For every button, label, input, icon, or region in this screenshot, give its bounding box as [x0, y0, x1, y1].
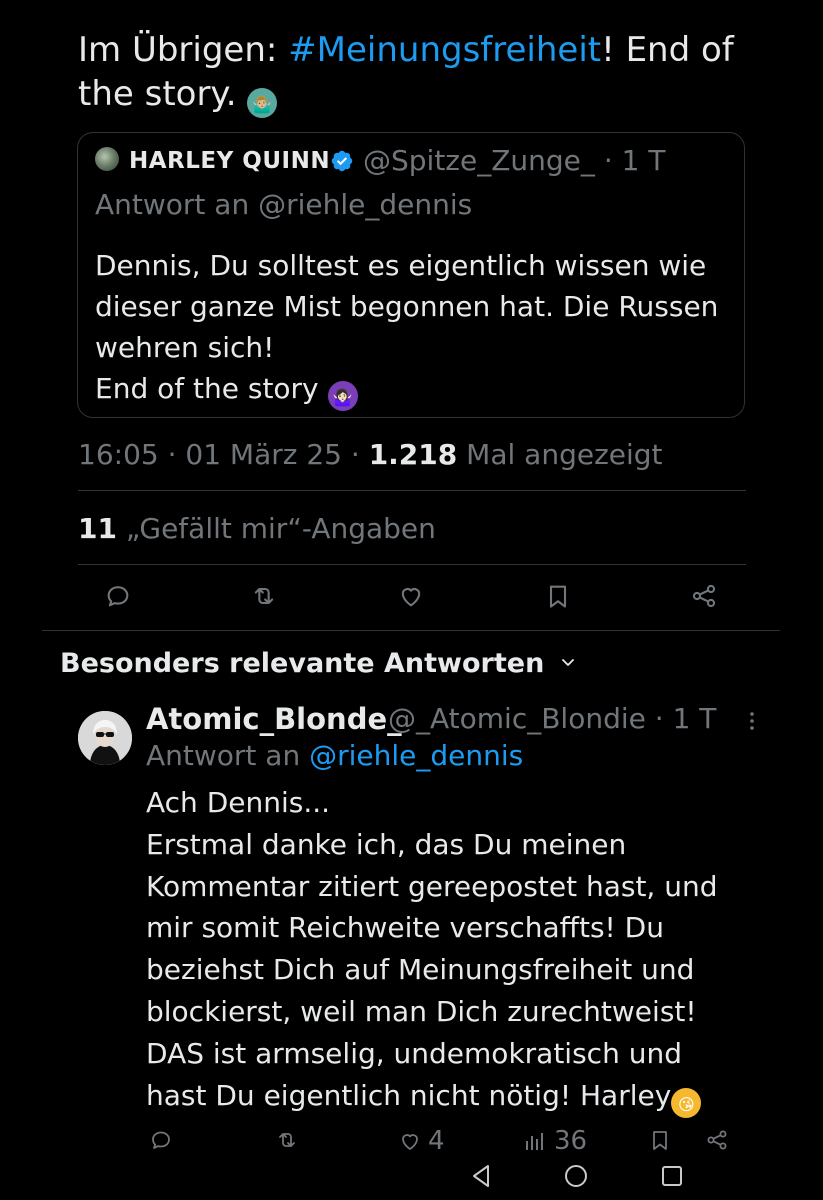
reply-body-line: DAS ist armselig, undemokratisch und — [146, 1036, 682, 1070]
verified-badge-icon — [331, 150, 353, 172]
reply-to-prefix: Antwort an — [146, 739, 310, 772]
bookmark-icon[interactable] — [648, 1128, 672, 1152]
tweet-timestamp[interactable]: 16:05 · 01 März 25 · — [78, 438, 369, 471]
bookmark-icon[interactable] — [544, 582, 572, 610]
shrug-emoji: 🤷🏼‍♂️ — [247, 88, 278, 118]
divider — [42, 630, 780, 631]
share-icon[interactable] — [705, 1128, 729, 1152]
reply-mention-link[interactable]: @riehle_dennis — [309, 739, 523, 772]
reply-body-line: Ach Dennis... — [146, 786, 331, 819]
quote-body-line: dieser ganze Mist begonnen hat. Die Russ… — [95, 290, 719, 323]
reply-author-name[interactable]: Atomic_Blonde_ — [146, 700, 402, 738]
views-button[interactable]: 36 — [524, 1126, 587, 1156]
tweet-text-start: Im Übrigen: — [78, 30, 289, 70]
reply-avatar[interactable] — [78, 711, 132, 765]
divider — [78, 490, 746, 491]
divider — [78, 564, 746, 565]
shrug-emoji: 🤷🏻‍♀️ — [327, 381, 358, 411]
home-icon[interactable] — [561, 1161, 591, 1191]
more-options-icon[interactable] — [744, 710, 760, 732]
like-button[interactable]: 4 — [398, 1126, 445, 1156]
reply-body-line: mir somit Reichweite verschaffts! Du — [146, 911, 664, 945]
likes-count: 11 — [78, 512, 117, 545]
chevron-down-icon — [561, 659, 574, 666]
reply-body: Ach Dennis... Erstmal danke ich, das Du … — [146, 782, 766, 1118]
avatar-image — [78, 711, 132, 765]
replies-sort-dropdown[interactable]: Besonders relevante Antworten — [60, 646, 576, 682]
likes-summary[interactable]: 11 „Gefällt mir“-Angaben — [78, 510, 436, 548]
reply-to: Antwort an @riehle_dennis — [146, 737, 523, 775]
quote-body-line: wehren sich! — [95, 331, 275, 364]
retweet-icon[interactable] — [250, 582, 278, 610]
share-icon[interactable] — [690, 582, 718, 610]
views-label: Mal angezeigt — [457, 438, 663, 471]
recents-icon[interactable] — [657, 1161, 687, 1191]
tweet-meta: 16:05 · 01 März 25 · 1.218 Mal angezeigt — [78, 436, 663, 474]
quote-handle-time: @Spitze_Zunge_ · 1 T — [363, 143, 665, 179]
retweet-icon[interactable] — [275, 1128, 299, 1152]
like-count: 4 — [428, 1126, 445, 1156]
quote-reply-to: Antwort an @riehle_dennis — [95, 188, 473, 221]
quote-body: Dennis, Du solltest es eigentlich wissen… — [95, 245, 735, 411]
reply-body-line: Kommentar zitiert gereepostet hast, und — [146, 869, 718, 903]
reply-body-line: beziehst Dich auf Meinungsfreiheit und — [146, 953, 695, 987]
reply-icon[interactable] — [104, 582, 132, 610]
tweet-text: Im Übrigen: #Meinungsfreiheit! End of th… — [78, 28, 758, 118]
like-icon — [402, 1134, 418, 1150]
quote-handle[interactable]: @Spitze_Zunge_ — [363, 144, 595, 177]
reply-body-line: hast Du eigentlich nicht nötig! Harley 😘 — [146, 1075, 766, 1118]
quote-author-name[interactable]: HARLEY QUINN — [129, 146, 330, 176]
quote-body-line: End of the story 🤷🏻‍♀️ — [95, 368, 735, 411]
reply-handle-time[interactable]: @_Atomic_Blondie · 1 T — [388, 700, 716, 738]
quote-body-line: Dennis, Du solltest es eigentlich wissen… — [95, 249, 707, 282]
reply-body-line: Erstmal danke ich, das Du meinen — [146, 827, 627, 861]
views-count: 36 — [554, 1126, 588, 1156]
replies-sort-label: Besonders relevante Antworten — [60, 648, 545, 679]
quote-avatar[interactable] — [95, 147, 119, 171]
back-icon[interactable] — [466, 1161, 496, 1191]
kiss-emoji: 😘 — [671, 1087, 702, 1118]
views-count: 1.218 — [368, 438, 458, 471]
hashtag-link[interactable]: #Meinungsfreiheit — [288, 30, 601, 70]
reply-icon[interactable] — [149, 1128, 173, 1152]
like-icon[interactable] — [397, 582, 425, 610]
reply-body-line: blockierst, weil man Dich zurechtweist! — [146, 994, 697, 1028]
quote-time: · 1 T — [603, 144, 666, 177]
views-icon — [526, 1133, 543, 1150]
likes-label: „Gefällt mir“-Angaben — [116, 512, 436, 545]
